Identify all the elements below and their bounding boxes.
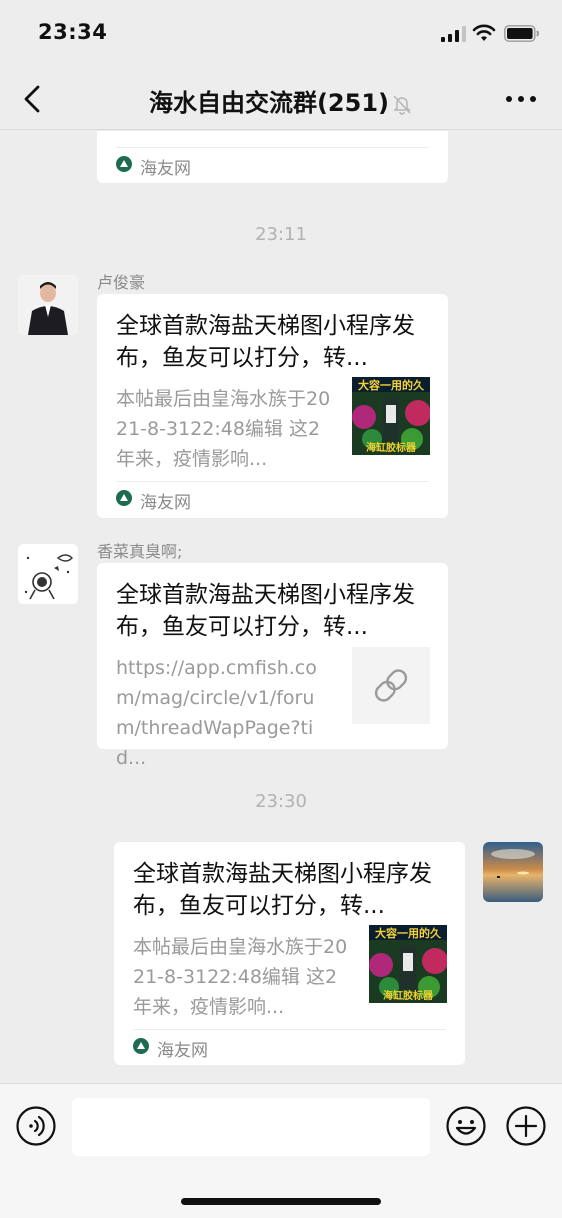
card-source-text: 海友网 bbox=[157, 1041, 208, 1061]
sender-name: 卢俊豪 bbox=[97, 273, 146, 292]
chat-header: 海水自由交流群(251) bbox=[0, 68, 562, 130]
message-card[interactable]: 海友网 bbox=[97, 131, 448, 183]
mute-icon bbox=[393, 95, 411, 115]
link-icon bbox=[374, 669, 408, 702]
source-logo-icon bbox=[116, 156, 132, 172]
plus-icon[interactable] bbox=[506, 1106, 546, 1146]
chat-title-text: 海水自由交流群(251) bbox=[148, 89, 390, 117]
card-description: https://app.cmfish.com/mag/circle/v1/for… bbox=[116, 657, 317, 769]
thumb-subcaption: 海缸胶标器 bbox=[366, 441, 417, 454]
card-title: 全球首款海盐天梯图小程序发布，鱼友可以打分，转... bbox=[116, 582, 415, 640]
source-logo-icon bbox=[116, 490, 132, 506]
message-input[interactable] bbox=[72, 1098, 430, 1156]
card-thumbnail: 大容一用的久 海缸胶标器 bbox=[352, 377, 430, 455]
message-card[interactable]: 全球首款海盐天梯图小程序发布，鱼友可以打分，转... https://app.c… bbox=[97, 563, 448, 769]
input-bar bbox=[0, 1083, 562, 1218]
signal-icon bbox=[441, 26, 466, 42]
card-divider bbox=[116, 147, 429, 148]
voice-icon[interactable] bbox=[16, 1106, 56, 1146]
sender-name: 香菜真臭啊; bbox=[97, 542, 183, 561]
card-source-text: 海友网 bbox=[140, 159, 191, 179]
wifi-icon bbox=[472, 24, 496, 41]
battery-icon bbox=[504, 25, 539, 42]
more-icon[interactable] bbox=[505, 94, 537, 104]
link-thumbnail bbox=[352, 647, 430, 724]
avatar-photo bbox=[18, 544, 78, 604]
thumb-caption: 大容一用的久 bbox=[358, 378, 425, 392]
timestamp: 23:11 bbox=[255, 224, 307, 245]
chat-area[interactable]: 海友网 23:11 卢俊豪 全球首款海盐天梯图小程序发布，鱼友可以打分，转...… bbox=[0, 131, 562, 1083]
avatar-photo bbox=[483, 842, 543, 902]
card-title: 全球首款海盐天梯图小程序发布，鱼友可以打分，转... bbox=[133, 861, 432, 919]
chat-title: 海水自由交流群(251) bbox=[0, 83, 562, 118]
thumb-subcaption: 海缸胶标器 bbox=[383, 989, 434, 1002]
status-bar: 23:34 bbox=[0, 0, 562, 68]
thumb-caption: 大容一用的久 bbox=[375, 926, 442, 940]
home-indicator[interactable] bbox=[181, 1198, 381, 1205]
card-description: 本帖最后由皇海水族于2021-8-3122:48编辑 这2年来，疫情影响... bbox=[133, 936, 348, 1018]
avatar[interactable] bbox=[18, 544, 78, 604]
status-time: 23:34 bbox=[38, 20, 108, 44]
avatar[interactable] bbox=[483, 842, 543, 902]
message-card[interactable]: 全球首款海盐天梯图小程序发布，鱼友可以打分，转... 本帖最后由皇海水族于202… bbox=[114, 842, 465, 1065]
message-card[interactable]: 全球首款海盐天梯图小程序发布，鱼友可以打分，转... 本帖最后由皇海水族于202… bbox=[97, 294, 448, 518]
card-title: 全球首款海盐天梯图小程序发布，鱼友可以打分，转... bbox=[116, 313, 415, 371]
timestamp: 23:30 bbox=[255, 791, 307, 812]
card-thumbnail: 大容一用的久 海缸胶标器 bbox=[369, 925, 447, 1003]
avatar-photo bbox=[18, 275, 78, 335]
card-divider bbox=[133, 1029, 446, 1030]
card-description: 本帖最后由皇海水族于2021-8-3122:48编辑 这2年来，疫情影响... bbox=[116, 388, 331, 470]
source-logo-icon bbox=[133, 1038, 149, 1054]
avatar[interactable] bbox=[18, 275, 78, 335]
card-source-text: 海友网 bbox=[140, 493, 191, 513]
emoji-icon[interactable] bbox=[446, 1106, 486, 1146]
card-divider bbox=[116, 481, 429, 482]
